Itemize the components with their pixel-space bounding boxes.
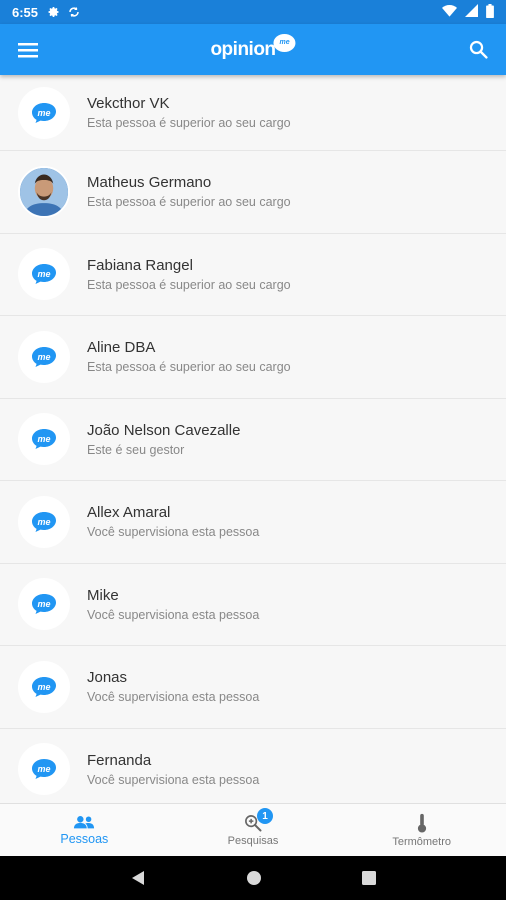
person-name: João Nelson Cavezalle [87, 421, 241, 439]
sync-icon [68, 6, 80, 18]
app-logo: opinion me [210, 33, 296, 61]
back-icon[interactable] [130, 870, 146, 886]
me-logo-icon: me [32, 676, 56, 697]
person-name: Fabiana Rangel [87, 256, 193, 274]
person-relation: Esta pessoa é superior ao seu cargo [87, 195, 291, 210]
person-relation: Você supervisiona esta pessoa [87, 607, 260, 622]
tab-pessoas[interactable]: Pessoas [0, 804, 169, 856]
list-item[interactable]: me João Nelson Cavezalle Este é seu gest… [0, 398, 506, 481]
recents-icon[interactable] [362, 871, 376, 885]
svg-text:me: me [37, 599, 50, 609]
person-name: Jonas [87, 669, 128, 687]
notification-badge: 1 [257, 808, 273, 824]
person-relation: Esta pessoa é superior ao seu cargo [87, 277, 291, 292]
person-relation: Você supervisiona esta pessoa [87, 772, 260, 787]
me-logo-icon: me [32, 759, 56, 780]
person-name: Aline DBA [87, 339, 156, 357]
list-item[interactable]: me Jonas Você supervisiona esta pessoa [0, 646, 506, 729]
search-button[interactable] [460, 24, 496, 75]
avatar-photo [18, 165, 70, 218]
avatar: me [18, 86, 70, 139]
avatar: me [18, 330, 70, 383]
avatar: me [18, 578, 70, 631]
search-icon [469, 40, 488, 59]
svg-text:me: me [37, 108, 50, 118]
person-relation: Este é seu gestor [87, 442, 185, 457]
signal-icon [465, 4, 478, 20]
me-logo-icon: me [32, 346, 56, 367]
wifi-icon [442, 4, 457, 20]
system-nav-bar [0, 856, 506, 900]
status-bar: 6:55 [0, 0, 506, 24]
thermometer-icon [417, 813, 426, 833]
avatar: me [18, 413, 70, 466]
tab-label: Pesquisas [227, 834, 279, 847]
person-name: Matheus Germano [87, 174, 212, 192]
avatar: me [18, 743, 70, 796]
avatar: me [18, 660, 70, 713]
svg-text:me: me [37, 682, 50, 692]
me-logo-icon: me [32, 102, 56, 123]
person-name: Vekcthor VK [87, 95, 170, 112]
hamburger-menu-icon [18, 42, 38, 57]
svg-text:me: me [37, 269, 50, 279]
tab-label: Termômetro [392, 835, 452, 848]
avatar: me [18, 248, 70, 301]
person-relation: Você supervisiona esta pessoa [87, 690, 260, 705]
person-relation: Esta pessoa é superior ao seu cargo [87, 360, 291, 375]
list-item[interactable]: me Fabiana Rangel Esta pessoa é superior… [0, 233, 506, 316]
avatar: me [18, 495, 70, 548]
list-item[interactable]: me Allex Amaral Você supervisiona esta p… [0, 481, 506, 564]
logo-text: opinion [210, 38, 276, 60]
person-name: Mike [87, 586, 119, 604]
list-item[interactable]: me Vekcthor VK Esta pessoa é superior ao… [0, 75, 506, 151]
people-list: me Vekcthor VK Esta pessoa é superior ao… [0, 75, 506, 803]
logo-bubble: me [273, 33, 296, 52]
battery-icon [486, 3, 494, 21]
person-name: Allex Amaral [87, 504, 171, 522]
person-relation: Você supervisiona esta pessoa [87, 525, 260, 540]
me-logo-icon: me [32, 264, 56, 285]
bottom-nav: Pessoas 1 Pesquisas Termômetro [0, 803, 506, 856]
app-bar: opinion me [0, 24, 506, 75]
person-name: Fernanda [87, 751, 152, 769]
list-item[interactable]: Matheus Germano Esta pessoa é superior a… [0, 151, 506, 234]
me-logo-icon: me [32, 429, 56, 450]
home-icon[interactable] [246, 870, 262, 886]
list-item[interactable]: me Mike Você supervisiona esta pessoa [0, 563, 506, 646]
people-icon [74, 815, 95, 828]
me-logo-icon: me [32, 594, 56, 615]
status-time: 6:55 [12, 4, 39, 20]
tab-label: Pessoas [60, 831, 109, 846]
tab-pesquisas[interactable]: 1 Pesquisas [169, 804, 338, 856]
tab-termometro[interactable]: Termômetro [337, 804, 506, 856]
me-logo-icon: me [32, 511, 56, 532]
menu-button[interactable] [0, 24, 56, 75]
svg-text:me: me [37, 352, 50, 362]
list-item[interactable]: me Fernanda Você supervisiona esta pesso… [0, 728, 506, 803]
svg-text:me: me [37, 764, 50, 774]
list-item[interactable]: me Aline DBA Esta pessoa é superior ao s… [0, 316, 506, 399]
gear-icon [48, 6, 60, 18]
person-relation: Esta pessoa é superior ao seu cargo [87, 116, 291, 130]
person-photo-icon [20, 167, 68, 216]
svg-text:me: me [37, 434, 50, 444]
svg-text:me: me [37, 517, 50, 527]
